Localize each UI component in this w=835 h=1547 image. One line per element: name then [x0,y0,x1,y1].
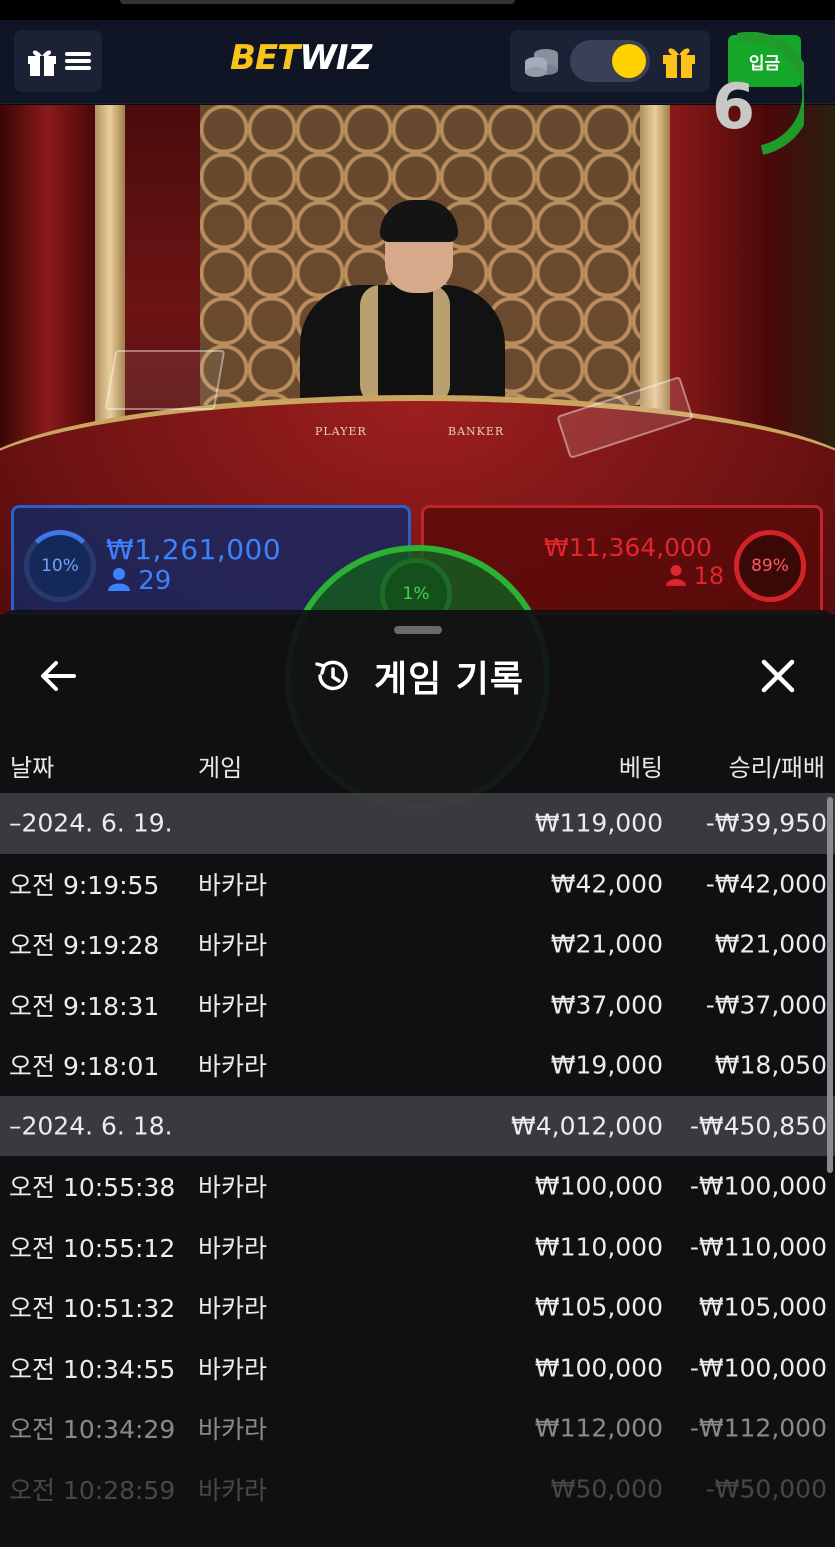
sheet-header: 게임 기록 [312,654,524,700]
sheet-title: 게임 기록 [374,659,525,700]
table-row[interactable]: 오전 9:18:31 바카라 ₩37,000 -₩37,000 [0,975,835,1036]
date-group-row[interactable]: –2024. 6. 19. ₩119,000 -₩39,950 [0,793,835,854]
player-bettor-count: 29 [108,566,171,596]
history-table: –2024. 6. 19. ₩119,000 -₩39,950 오전 9:19:… [0,793,835,1519]
row-result: ₩18,050 [714,1050,827,1080]
row-result: -₩37,000 [705,990,827,1020]
row-bet: ₩100,000 [534,1353,663,1383]
row-game: 바카라 [198,1415,268,1445]
row-game: 바카라 [198,1233,268,1263]
wallet-group [510,30,710,92]
row-time: 오전 10:34:29 [9,1415,176,1445]
row-bet: ₩100,000 [534,1171,663,1201]
close-icon[interactable] [758,656,798,696]
group-bet-total: ₩4,012,000 [511,1111,663,1141]
row-bet: ₩112,000 [534,1413,663,1443]
banker-bettor-count: 18 [666,562,724,590]
row-bet: ₩21,000 [550,929,663,959]
drag-handle[interactable] [394,626,442,634]
card-shoe [104,350,226,410]
hamburger-icon [65,52,91,70]
row-time: 오전 10:55:38 [9,1173,176,1203]
row-time: 오전 10:51:32 [9,1294,176,1324]
row-time: 오전 10:55:12 [9,1233,176,1263]
game-page: BETWIZ 입금 PLAYER BANKER 6 10% ₩1,261,000… [0,0,835,1547]
row-bet: ₩19,000 [550,1050,663,1080]
coins-icon[interactable] [524,46,560,78]
gift-icon[interactable] [660,42,698,80]
row-result: -₩110,000 [689,1232,827,1262]
group-date: –2024. 6. 19. [9,808,173,838]
banker-total-amount: ₩11,364,000 [544,533,712,562]
row-game: 바카라 [198,1173,268,1203]
row-bet: ₩110,000 [534,1232,663,1262]
column-header-date: 날짜 [10,754,55,782]
player-percent-ring: 10% [24,530,96,602]
row-bet: ₩37,000 [550,990,663,1020]
row-time: 오전 9:18:01 [9,1052,160,1082]
status-pill [120,0,515,4]
row-result: -₩100,000 [689,1171,827,1201]
currency-toggle[interactable] [570,40,650,82]
column-header-win-loss: 승리/패배 [728,754,825,782]
group-result-total: -₩450,850 [689,1111,827,1141]
bottom-fade [0,1510,835,1547]
status-strip [0,0,835,20]
row-time: 오전 10:34:55 [9,1354,176,1384]
history-icon [315,660,348,691]
row-result: -₩100,000 [689,1353,827,1383]
group-result-total: -₩39,950 [705,808,827,838]
row-result: -₩112,000 [689,1413,827,1443]
gift-icon [28,50,56,76]
back-arrow-icon[interactable] [38,658,78,694]
table-row[interactable]: 오전 10:51:32 바카라 ₩105,000 ₩105,000 [0,1277,835,1338]
table-label-player: PLAYER [315,425,367,438]
row-result: -₩42,000 [705,869,827,899]
user-icon [108,568,130,591]
row-game: 바카라 [198,1294,268,1324]
row-game: 바카라 [198,991,268,1021]
column-header-game: 게임 [198,754,243,782]
row-game: 바카라 [198,1052,268,1082]
row-time: 오전 10:28:59 [9,1475,176,1505]
table-row[interactable]: 오전 9:18:01 바카라 ₩19,000 ₩18,050 [0,1035,835,1096]
row-game: 바카라 [198,1475,268,1505]
row-result: ₩21,000 [714,929,827,959]
row-result: -₩50,000 [705,1474,827,1504]
column-header-bet: 베팅 [618,754,663,782]
menu-button[interactable] [14,30,102,92]
row-result: ₩105,000 [698,1292,827,1322]
table-row[interactable]: 오전 9:19:55 바카라 ₩42,000 -₩42,000 [0,854,835,915]
row-game: 바카라 [198,870,268,900]
row-time: 오전 9:19:28 [9,931,160,961]
row-time: 오전 9:19:55 [9,870,160,900]
table-row[interactable]: 오전 10:34:55 바카라 ₩100,000 -₩100,000 [0,1338,835,1399]
table-row[interactable]: 오전 9:19:28 바카라 ₩21,000 ₩21,000 [0,914,835,975]
row-time: 오전 9:18:31 [9,991,160,1021]
row-game: 바카라 [198,1354,268,1384]
table-row[interactable]: 오전 10:55:12 바카라 ₩110,000 -₩110,000 [0,1217,835,1278]
brand-logo[interactable]: BETWIZ [230,38,372,78]
table-row[interactable]: 오전 10:34:29 바카라 ₩112,000 -₩112,000 [0,1398,835,1459]
banker-percent-ring: 89% [734,530,806,602]
table-row[interactable]: 오전 10:55:38 바카라 ₩100,000 -₩100,000 [0,1156,835,1217]
group-date: –2024. 6. 18. [9,1111,173,1141]
scrollbar[interactable] [827,797,833,1173]
date-group-row[interactable]: –2024. 6. 18. ₩4,012,000 -₩450,850 [0,1095,835,1156]
game-history-sheet: 게임 기록 날짜 게임 베팅 승리/패배 –2024. 6. 19. ₩119,… [0,610,835,1547]
user-icon [666,565,686,586]
row-bet: ₩50,000 [550,1474,663,1504]
row-bet: ₩105,000 [534,1292,663,1322]
table-label-banker: BANKER [448,425,505,438]
countdown-number: 6 [712,70,756,143]
toggle-knob [612,44,646,78]
player-total-amount: ₩1,261,000 [106,533,282,566]
row-bet: ₩42,000 [550,869,663,899]
row-game: 바카라 [198,931,268,961]
group-bet-total: ₩119,000 [534,808,663,838]
